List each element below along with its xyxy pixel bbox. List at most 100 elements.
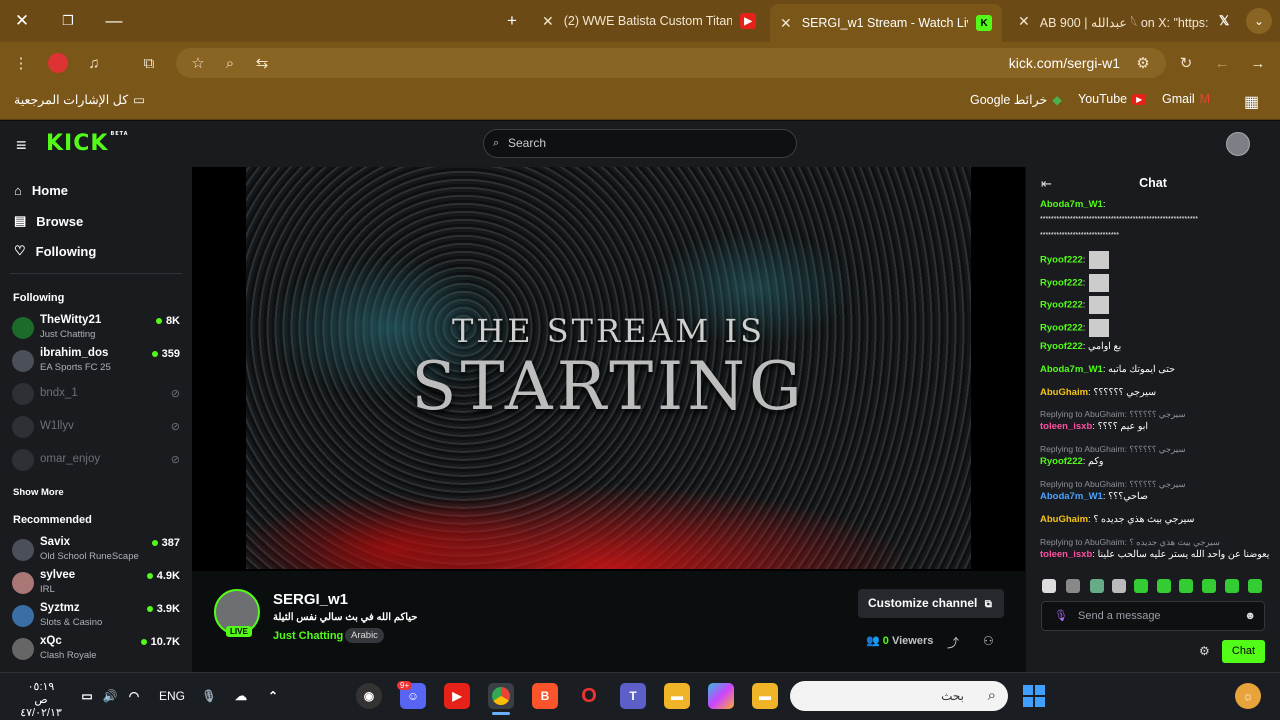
brave-icon[interactable]: B <box>532 683 558 709</box>
close-tab-icon[interactable]: ✕ <box>1018 13 1030 30</box>
media-control-icon[interactable]: ♫ <box>81 50 107 76</box>
chat-message-input[interactable]: 🎙 Send a message ☻ <box>1041 601 1265 631</box>
chat-username[interactable]: Ryoof222 <box>1040 456 1083 467</box>
chat-username[interactable]: toleen_isxb <box>1040 549 1092 560</box>
tab-kick[interactable]: ✕ SERGI_w1 Stream - Watch Live K <box>770 4 1002 42</box>
sidebar-channel-omar-enjoy[interactable]: omar_enjoy ⊘ <box>12 445 180 477</box>
stream-category-link[interactable]: Just Chatting <box>273 630 343 642</box>
search-input[interactable]: ⌕ Search <box>483 129 797 158</box>
chat-username[interactable]: Aboda7m_W1 <box>1040 491 1103 502</box>
sidebar-channel-w1llyv[interactable]: W1llyv ⊘ <box>12 412 180 444</box>
reply-reference[interactable]: Replying to AbuGhaim: سيرجي ؟؟؟؟؟؟ <box>1040 479 1185 490</box>
chrome-icon[interactable] <box>488 683 514 709</box>
bookmark-star-icon[interactable]: ☆ <box>185 50 211 76</box>
folder-icon[interactable]: ▬ <box>752 683 778 709</box>
chat-username[interactable]: Ryoof222 <box>1040 300 1083 311</box>
youtube-app-icon[interactable]: ▶ <box>444 683 470 709</box>
reply-reference[interactable]: Replying to AbuGhaim: سيرجي ؟؟؟؟؟؟ <box>1040 444 1185 455</box>
onedrive-icon[interactable]: ☁ <box>228 683 254 709</box>
emote-icon[interactable] <box>1112 579 1126 593</box>
close-window-icon[interactable]: ✕ <box>8 8 36 34</box>
chat-settings-icon[interactable]: ⚙ <box>1199 644 1210 658</box>
chat-username[interactable]: Ryoof222 <box>1040 323 1083 334</box>
apps-grid-icon[interactable]: ▦ <box>1244 92 1259 112</box>
sidebar-channel-sylvee[interactable]: sylvee IRL 4.9K <box>12 568 180 600</box>
emoji-icon[interactable]: ☻ <box>1244 602 1256 630</box>
forward-icon[interactable]: → <box>1245 50 1271 76</box>
bookmark-all[interactable]: كل الإشارات المرجعية ▭ <box>14 92 145 107</box>
translate-icon[interactable]: ⇆ <box>249 50 275 76</box>
restore-window-icon[interactable]: ❐ <box>54 8 82 34</box>
emote-icon[interactable] <box>1134 579 1148 593</box>
customize-channel-button[interactable]: Customize channel ⧉ <box>858 589 1004 618</box>
volume-icon[interactable]: 🔊 <box>97 683 123 709</box>
show-hidden-icons-icon[interactable]: ⌃ <box>260 683 286 709</box>
show-more-link[interactable]: Show More <box>13 487 64 498</box>
emote-icon[interactable] <box>1202 579 1216 593</box>
clock[interactable]: ٠٥:١٩ ص ٤٧/٠٢/١٣ <box>20 680 62 719</box>
back-icon[interactable]: ← <box>1209 50 1235 76</box>
channel-name[interactable]: SERGI_w1 <box>273 591 348 608</box>
zoom-icon[interactable]: ⌕ <box>217 50 243 76</box>
tab-search-icon[interactable]: ⌄ <box>1246 8 1272 34</box>
minimize-window-icon[interactable]: — <box>100 8 128 34</box>
opera-icon[interactable]: O <box>576 683 602 709</box>
tab-youtube[interactable]: ✕ (2) WWE Batista Custom Titantr ▶ <box>532 6 766 36</box>
kick-logo[interactable]: KICK BETA <box>46 131 129 156</box>
close-tab-icon[interactable]: ✕ <box>780 15 792 32</box>
user-avatar[interactable] <box>1226 132 1250 156</box>
chat-username[interactable]: Ryoof222 <box>1040 341 1083 352</box>
chat-username[interactable]: AbuGhaim <box>1040 387 1088 398</box>
sidebar-channel-ibrahim-dos[interactable]: ibrahim_dos EA Sports FC 25 359 <box>12 346 180 378</box>
bookmark-youtube[interactable]: YouTube ▶ <box>1078 92 1147 106</box>
sidebar-channel-xqc[interactable]: xQc Clash Royale 10.7K <box>12 634 180 666</box>
chat-send-button[interactable]: Chat <box>1222 640 1265 663</box>
emote-icon[interactable] <box>1225 579 1239 593</box>
extensions-icon[interactable]: ⧉ <box>136 50 162 76</box>
mic-icon[interactable]: 🎙 <box>196 683 222 709</box>
sidebar-channel-savix[interactable]: Savix Old School RuneScape 387 <box>12 535 180 567</box>
url-text[interactable]: kick.com/sergi-w1 <box>1009 55 1120 71</box>
widgets-icon[interactable]: ☼ <box>1235 683 1261 709</box>
bookmark-google-maps[interactable]: Google خرائط ◆ <box>970 92 1062 107</box>
sidebar-channel-syztmz[interactable]: Syztmz Slots & Casino 3.9K <box>12 601 180 633</box>
chat-username[interactable]: Aboda7m_W1 <box>1040 199 1103 210</box>
teams-icon[interactable]: T <box>620 683 646 709</box>
profile-avatar-icon[interactable] <box>45 50 71 76</box>
nav-following[interactable]: ♡ Following <box>14 243 96 259</box>
close-tab-icon[interactable]: ✕ <box>542 13 554 30</box>
chat-username[interactable]: AbuGhaim <box>1040 514 1088 525</box>
app-icon[interactable]: ◉ <box>356 683 382 709</box>
taskbar-search-input[interactable]: بحث ⌕ <box>790 681 1008 711</box>
chat-username[interactable]: Ryoof222 <box>1040 255 1083 266</box>
reload-icon[interactable]: ↻ <box>1173 50 1199 76</box>
chat-username[interactable]: toleen_isxb <box>1040 421 1092 432</box>
emote-icon[interactable] <box>1157 579 1171 593</box>
menu-icon[interactable]: ⋮ <box>8 50 34 76</box>
share-icon[interactable]: ⤴ <box>947 634 959 651</box>
emote-icon[interactable] <box>1090 579 1104 593</box>
reply-reference[interactable]: Replying to AbuGhaim: سيرجي بيث هذي جديد… <box>1040 537 1220 548</box>
language-indicator[interactable]: ENG <box>157 683 187 709</box>
wifi-icon[interactable]: ◠ <box>121 683 147 709</box>
file-explorer-icon[interactable]: ▬ <box>664 683 690 709</box>
new-tab-icon[interactable]: + <box>498 8 526 34</box>
nav-browse[interactable]: ▤ Browse <box>14 213 83 229</box>
emote-icon[interactable] <box>1179 579 1193 593</box>
sidebar-channel-bndx-1[interactable]: bndx_1 ⊘ <box>12 379 180 411</box>
tab-x[interactable]: ✕ AB 900 | عبدالله 𓆩 on X: "https:/ 𝕏 <box>1008 6 1242 36</box>
bookmark-gmail[interactable]: Gmail M <box>1162 92 1210 106</box>
language-tag[interactable]: Arabic <box>345 628 384 643</box>
copilot-icon[interactable] <box>708 683 734 709</box>
emote-icon[interactable] <box>1042 579 1056 593</box>
chat-username[interactable]: Ryoof222 <box>1040 278 1083 289</box>
reply-reference[interactable]: Replying to AbuGhaim: سيرجي ؟؟؟؟؟؟ <box>1040 409 1185 420</box>
emote-icon[interactable] <box>1248 579 1262 593</box>
site-settings-icon[interactable]: ⚙ <box>1130 50 1156 76</box>
microphone-icon[interactable]: 🎙 <box>1054 602 1068 630</box>
sidebar-channel-thewitty21[interactable]: TheWitty21 Just Chatting 8K <box>12 313 180 345</box>
emote-icon[interactable] <box>1066 579 1080 593</box>
chat-username[interactable]: Aboda7m_W1 <box>1040 364 1103 375</box>
nav-home[interactable]: ⌂ Home <box>14 183 68 198</box>
add-user-icon[interactable]: ⚇ <box>983 634 994 648</box>
